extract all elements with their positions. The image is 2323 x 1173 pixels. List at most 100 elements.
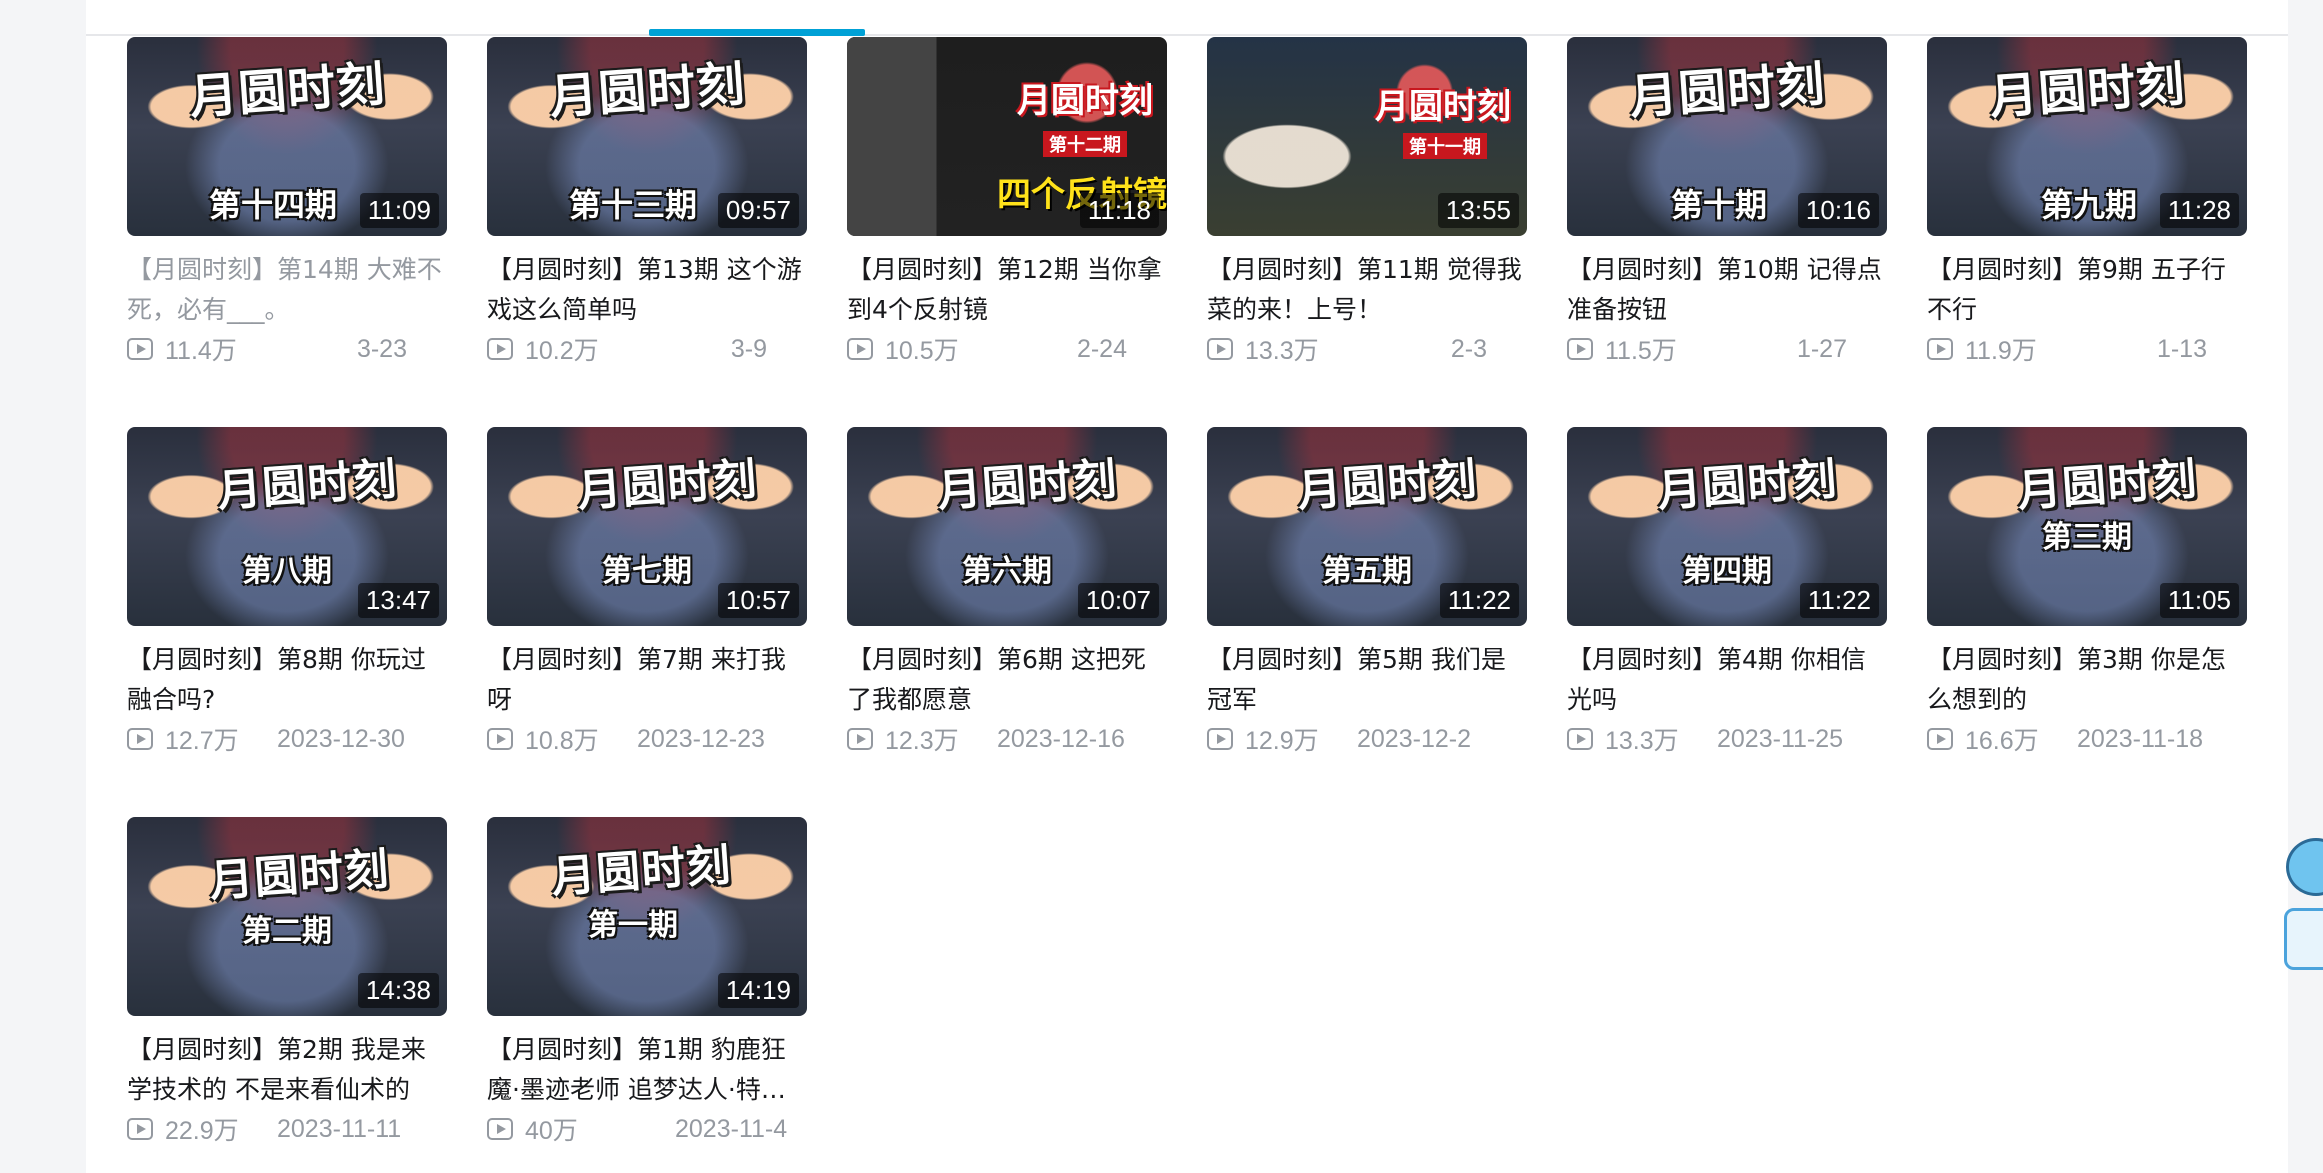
- video-card[interactable]: 月圆时刻 第九期 11:28 【月圆时刻】第9期 五子行不行 11.9万 1-1…: [1927, 37, 2247, 366]
- play-count-icon: [847, 728, 873, 750]
- thumbnail-episode-label: 第一期: [588, 908, 678, 943]
- video-meta: 11.9万 1-13: [1927, 332, 2247, 366]
- video-card[interactable]: 月圆时刻 第十四期 11:09 【月圆时刻】第14期 大难不死，必有___。 1…: [127, 37, 447, 366]
- video-title[interactable]: 【月圆时刻】第12期 当你拿到4个反射镜: [847, 250, 1167, 330]
- thumbnail-episode-label: 第三期: [2042, 520, 2132, 555]
- video-duration: 11:05: [2159, 583, 2239, 618]
- video-meta: 22.9万 2023-11-11: [127, 1112, 447, 1146]
- thumbnail-brand: 月圆时刻: [549, 839, 733, 904]
- video-thumbnail[interactable]: 月圆时刻 第十期 10:16: [1567, 37, 1887, 236]
- video-meta: 10.8万 2023-12-23: [487, 722, 807, 756]
- thumbnail-brand: 月圆时刻: [575, 453, 759, 518]
- video-title[interactable]: 【月圆时刻】第7期 来打我呀: [487, 640, 807, 720]
- video-meta: 11.5万 1-27: [1567, 332, 1887, 366]
- video-title[interactable]: 【月圆时刻】第6期 这把死了我都愿意: [847, 640, 1167, 720]
- video-card[interactable]: 月圆时刻 第二期 14:38 【月圆时刻】第2期 我是来学技术的 不是来看仙术的…: [127, 817, 447, 1146]
- upload-date: 2023-12-2: [1357, 724, 1471, 753]
- video-duration: 10:16: [1797, 193, 1879, 228]
- video-card[interactable]: 月圆时刻 第十二期 四个反射镜 11:18 【月圆时刻】第12期 当你拿到4个反…: [847, 37, 1167, 366]
- video-meta: 13.3万 2023-11-25: [1567, 722, 1887, 756]
- play-count-icon: [487, 728, 513, 750]
- view-count: 11.5万: [1605, 337, 1677, 365]
- video-duration: 11:09: [359, 193, 439, 228]
- video-duration: 10:57: [717, 583, 799, 618]
- video-title[interactable]: 【月圆时刻】第11期 觉得我菜的来！上号！: [1207, 250, 1527, 330]
- upload-date: 1-13: [2156, 334, 2207, 363]
- video-duration: 13:47: [357, 583, 439, 618]
- video-title[interactable]: 【月圆时刻】第4期 你相信光吗: [1567, 640, 1887, 720]
- view-count: 12.7万: [165, 727, 239, 755]
- upload-date: 2-3: [1450, 334, 1487, 363]
- view-count: 10.5万: [885, 337, 959, 365]
- video-title[interactable]: 【月圆时刻】第13期 这个游戏这么简单吗: [487, 250, 807, 330]
- view-count: 10.2万: [525, 337, 599, 365]
- thumbnail-brand: 月圆时刻: [1295, 453, 1479, 518]
- thumbnail-badge: 第十一期: [1403, 133, 1487, 159]
- thumbnail-brand: 月圆时刻: [1375, 87, 1511, 127]
- video-thumbnail[interactable]: 月圆时刻 第四期 11:22: [1567, 427, 1887, 626]
- view-count: 11.9万: [1965, 337, 2037, 365]
- video-card[interactable]: 月圆时刻 第四期 11:22 【月圆时刻】第4期 你相信光吗 13.3万 202…: [1567, 427, 1887, 756]
- video-thumbnail[interactable]: 月圆时刻 第十一期 13:55: [1207, 37, 1527, 236]
- video-thumbnail[interactable]: 月圆时刻 第六期 10:07: [847, 427, 1167, 626]
- video-title[interactable]: 【月圆时刻】第8期 你玩过融合吗?: [127, 640, 447, 720]
- video-title[interactable]: 【月圆时刻】第5期 我们是冠军: [1207, 640, 1527, 720]
- video-list-panel: 月圆时刻 第十四期 11:09 【月圆时刻】第14期 大难不死，必有___。 1…: [86, 0, 2288, 1173]
- video-thumbnail[interactable]: 月圆时刻 第七期 10:57: [487, 427, 807, 626]
- video-meta: 12.7万 2023-12-30: [127, 722, 447, 756]
- video-thumbnail[interactable]: 月圆时刻 第九期 11:28: [1927, 37, 2247, 236]
- video-meta: 10.2万 3-9: [487, 332, 807, 366]
- video-card[interactable]: 月圆时刻 第三期 11:05 【月圆时刻】第3期 你是怎么想到的 16.6万 2…: [1927, 427, 2247, 756]
- view-count: 22.9万: [165, 1117, 239, 1145]
- video-card[interactable]: 月圆时刻 第六期 10:07 【月圆时刻】第6期 这把死了我都愿意 12.3万 …: [847, 427, 1167, 756]
- thumbnail-brand: 月圆时刻: [1017, 81, 1153, 121]
- upload-date: 1-27: [1796, 334, 1847, 363]
- video-duration: 11:22: [1439, 583, 1519, 618]
- video-card[interactable]: 月圆时刻 第十一期 13:55 【月圆时刻】第11期 觉得我菜的来！上号！ 13…: [1207, 37, 1527, 366]
- video-card[interactable]: 月圆时刻 第十期 10:16 【月圆时刻】第10期 记得点准备按钮 11.5万 …: [1567, 37, 1887, 366]
- thumbnail-brand: 月圆时刻: [187, 56, 388, 126]
- video-thumbnail[interactable]: 月圆时刻 第八期 13:47: [127, 427, 447, 626]
- play-count-icon: [1567, 728, 1593, 750]
- upload-date: 2-24: [1076, 334, 1127, 363]
- view-count: 16.6万: [1965, 727, 2039, 755]
- mascot-widget[interactable]: [2284, 838, 2323, 988]
- video-title[interactable]: 【月圆时刻】第10期 记得点准备按钮: [1567, 250, 1887, 330]
- upload-date: 2023-12-30: [277, 724, 405, 753]
- thumbnail-brand: 月圆时刻: [1987, 56, 2188, 126]
- play-count-icon: [1567, 338, 1593, 360]
- video-title[interactable]: 【月圆时刻】第3期 你是怎么想到的: [1927, 640, 2247, 720]
- video-thumbnail[interactable]: 月圆时刻 第十二期 四个反射镜 11:18: [847, 37, 1167, 236]
- video-card[interactable]: 月圆时刻 第五期 11:22 【月圆时刻】第5期 我们是冠军 12.9万 202…: [1207, 427, 1527, 756]
- video-thumbnail[interactable]: 月圆时刻 第三期 11:05: [1927, 427, 2247, 626]
- video-thumbnail[interactable]: 月圆时刻 第二期 14:38: [127, 817, 447, 1016]
- upload-date: 3-9: [730, 334, 767, 363]
- mascot-head-icon: [2286, 838, 2323, 896]
- video-duration: 10:07: [1077, 583, 1159, 618]
- upload-date: 2023-12-16: [997, 724, 1125, 753]
- video-title[interactable]: 【月圆时刻】第2期 我是来学技术的 不是来看仙术的: [127, 1030, 447, 1110]
- video-thumbnail[interactable]: 月圆时刻 第五期 11:22: [1207, 427, 1527, 626]
- video-thumbnail[interactable]: 月圆时刻 第十三期 09:57: [487, 37, 807, 236]
- upload-date: 2023-11-11: [277, 1114, 402, 1143]
- video-thumbnail[interactable]: 月圆时刻 第十四期 11:09: [127, 37, 447, 236]
- video-title[interactable]: 【月圆时刻】第1期 豹鹿狂魔·墨迹老师 追梦达人·特兰克斯: [487, 1030, 807, 1110]
- video-meta: 13.3万 2-3: [1207, 332, 1527, 366]
- video-card[interactable]: 月圆时刻 第七期 10:57 【月圆时刻】第7期 来打我呀 10.8万 2023…: [487, 427, 807, 756]
- thumbnail-brand: 月圆时刻: [547, 56, 748, 126]
- upload-date: 2023-11-4: [675, 1114, 788, 1143]
- video-meta: 12.9万 2023-12-2: [1207, 722, 1527, 756]
- video-card[interactable]: 月圆时刻 第八期 13:47 【月圆时刻】第8期 你玩过融合吗? 12.7万 2…: [127, 427, 447, 756]
- video-title[interactable]: 【月圆时刻】第14期 大难不死，必有___。: [127, 250, 447, 330]
- video-card[interactable]: 月圆时刻 第十三期 09:57 【月圆时刻】第13期 这个游戏这么简单吗 10.…: [487, 37, 807, 366]
- thumbnail-brand: 月圆时刻: [207, 843, 391, 908]
- video-title[interactable]: 【月圆时刻】第9期 五子行不行: [1927, 250, 2247, 330]
- video-duration: 11:22: [1799, 583, 1879, 618]
- view-count: 13.3万: [1245, 337, 1319, 365]
- thumbnail-episode-label: 第二期: [242, 914, 332, 949]
- play-count-icon: [1207, 338, 1233, 360]
- video-thumbnail[interactable]: 月圆时刻 第一期 14:19: [487, 817, 807, 1016]
- thumbnail-brand: 月圆时刻: [1627, 56, 1828, 126]
- thumbnail-brand: 月圆时刻: [1655, 453, 1839, 518]
- video-card[interactable]: 月圆时刻 第一期 14:19 【月圆时刻】第1期 豹鹿狂魔·墨迹老师 追梦达人·…: [487, 817, 807, 1146]
